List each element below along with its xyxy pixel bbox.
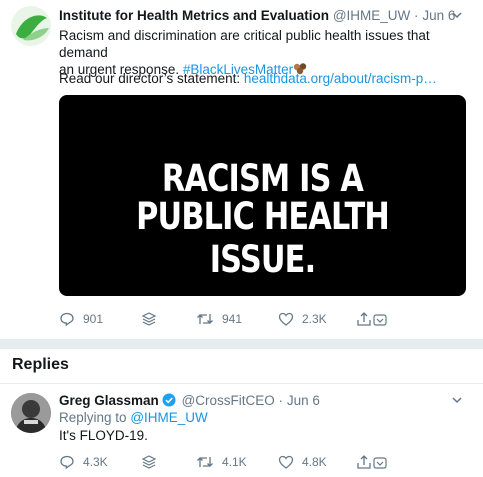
- tweet-actions: 901 941 2.3K: [59, 309, 469, 329]
- like-button[interactable]: 4.8K: [278, 452, 327, 472]
- reply-button[interactable]: 4.3K: [59, 452, 108, 472]
- reply-icon: [60, 312, 74, 327]
- author-name[interactable]: Institute for Health Metrics and Evaluat…: [59, 8, 329, 23]
- statement-prefix: Read our director’s statement:: [59, 71, 241, 86]
- reply-count: 901: [83, 312, 104, 326]
- like-count: 2.3K: [302, 312, 327, 326]
- retweet-button[interactable]: 941: [196, 309, 242, 329]
- replying-prefix: Replying to: [59, 410, 127, 425]
- share-button[interactable]: [356, 452, 396, 472]
- image-text-line1: RACISM IS A: [161, 157, 364, 200]
- reply-button[interactable]: 901: [59, 309, 103, 329]
- stack-button[interactable]: [141, 452, 165, 472]
- reply-author-handle[interactable]: @CrossFitCEO: [182, 393, 275, 408]
- retweet-count: 4.1K: [222, 455, 247, 469]
- replying-to: Replying to @IHME_UW: [59, 410, 208, 425]
- like-count: 4.8K: [302, 455, 327, 469]
- reply-header: Greg Glassman @CrossFitCEO · Jun 6: [59, 393, 459, 408]
- divider: [0, 383, 483, 384]
- stack-button[interactable]: [141, 309, 165, 329]
- chevron-down-icon[interactable]: [451, 9, 463, 21]
- reply-count: 4.3K: [83, 455, 108, 469]
- reply-author-name[interactable]: Greg Glassman: [59, 393, 159, 408]
- statement-line: Read our director’s statement: healthdat…: [59, 70, 437, 87]
- section-gap: [0, 340, 483, 349]
- retweet-icon: [197, 457, 213, 467]
- like-button[interactable]: 2.3K: [278, 309, 327, 329]
- share-button[interactable]: [356, 309, 396, 329]
- chevron-down-icon[interactable]: [451, 394, 463, 406]
- reply-icon: [60, 455, 74, 470]
- like-icon: [278, 312, 294, 326]
- retweet-button[interactable]: 4.1K: [196, 452, 247, 472]
- tweet-header: Institute for Health Metrics and Evaluat…: [59, 8, 469, 23]
- reply-actions: 4.3K 4.1K 4.8K: [59, 452, 469, 472]
- replies-heading: Replies: [12, 356, 69, 373]
- replying-handle-link[interactable]: @IHME_UW: [130, 410, 207, 425]
- statement-link[interactable]: healthdata.org/about/racism-p…: [244, 71, 437, 86]
- verified-icon: [162, 393, 176, 407]
- reply-date[interactable]: Jun 6: [287, 393, 320, 408]
- author-handle[interactable]: @IHME_UW: [333, 8, 410, 23]
- separator-dot: ·: [414, 8, 419, 23]
- reply-text: It's FLOYD-19.: [59, 428, 148, 443]
- stack-icon: [141, 455, 157, 469]
- share-icon: [357, 455, 387, 469]
- separator-dot: ·: [278, 393, 284, 408]
- stack-icon: [141, 312, 157, 326]
- image-text-line2: PUBLIC HEALTH ISSUE.: [136, 195, 390, 281]
- like-icon: [278, 455, 294, 469]
- tweet-text-line1: Racism and discrimination are critical p…: [59, 28, 430, 60]
- tweet-image[interactable]: RACISM IS A PUBLIC HEALTH ISSUE.: [59, 95, 466, 296]
- share-icon: [357, 312, 387, 326]
- retweet-count: 941: [222, 312, 243, 326]
- retweet-icon: [197, 314, 213, 324]
- ihme-logo-icon[interactable]: [11, 6, 51, 46]
- avatar-photo-icon[interactable]: [11, 393, 51, 433]
